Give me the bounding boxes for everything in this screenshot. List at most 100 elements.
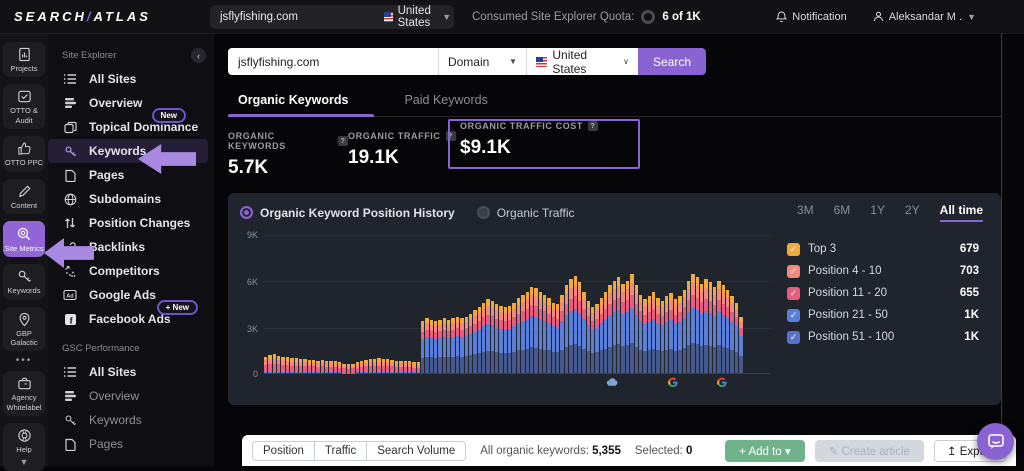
sidebar-item-overview[interactable]: Overview xyxy=(48,91,214,115)
sidebar-item-all-sites[interactable]: All Sites xyxy=(48,67,214,91)
legend-position-21-50[interactable]: ✓ Position 21 - 50 1K xyxy=(787,304,989,326)
domain-search-input[interactable] xyxy=(228,48,438,75)
sidebar-item-topical-dominance[interactable]: New Topical Dominance xyxy=(48,115,214,139)
tab-organic-keywords[interactable]: Organic Keywords xyxy=(238,93,348,116)
checkbox-checked-icon[interactable]: ✓ xyxy=(787,265,800,278)
legend-position-51-100[interactable]: ✓ Position 51 - 100 1K xyxy=(787,326,989,348)
rail-item-help[interactable]: Help ▼ xyxy=(3,423,45,470)
create-article-button[interactable]: ✎ Create article xyxy=(815,440,924,462)
rail-item-gbp-galactic[interactable]: GBP Galactic xyxy=(3,307,45,352)
chart-bar xyxy=(295,232,298,373)
chart-bar xyxy=(443,232,446,373)
toggle-traffic[interactable]: Traffic xyxy=(315,441,367,461)
top-country-select[interactable]: United States ▼ xyxy=(384,5,454,29)
sidebar-item-position-changes[interactable]: Position Changes xyxy=(48,211,214,235)
toggle-position[interactable]: Position xyxy=(252,441,315,461)
chevron-down-icon: ▼ xyxy=(20,457,29,467)
tab-paid-keywords[interactable]: Paid Keywords xyxy=(404,93,487,116)
sidebar-item-gsc-overview[interactable]: Overview xyxy=(48,384,214,408)
search-button[interactable]: Search xyxy=(638,48,706,75)
radio-position-history[interactable]: Organic Keyword Position History xyxy=(240,206,455,220)
sidebar-item-gsc-keywords[interactable]: Keywords xyxy=(48,408,214,432)
chart-bar xyxy=(717,232,720,373)
sidebar-item-pages[interactable]: Pages xyxy=(48,163,214,187)
chat-widget-button[interactable] xyxy=(977,423,1014,460)
checkbox-checked-icon[interactable]: ✓ xyxy=(787,287,800,300)
user-menu[interactable]: Aleksandar M . ▼ xyxy=(873,11,976,23)
sidebar-section-site-explorer: Site Explorer xyxy=(48,46,214,67)
chart-bar xyxy=(347,232,350,373)
checkbox-checked-icon[interactable]: ✓ xyxy=(787,331,800,344)
chart-bar xyxy=(460,232,463,373)
chart-bar xyxy=(604,232,607,373)
top-bar: SEARCH/ATLAS United States ▼ Consumed Si… xyxy=(0,0,1024,34)
toggle-search-volume[interactable]: Search Volume xyxy=(367,441,466,461)
checkbox-checked-icon[interactable]: ✓ xyxy=(787,243,800,256)
chart-bar xyxy=(264,232,267,373)
rail-item-projects[interactable]: Projects xyxy=(3,42,45,77)
info-icon[interactable]: ? xyxy=(588,121,598,131)
rail-item-otto-ppc[interactable]: OTTO PPC xyxy=(3,136,45,171)
overview-icon xyxy=(64,97,77,109)
chart-bar xyxy=(356,232,359,373)
chart-bar xyxy=(735,232,738,373)
chart-bar xyxy=(608,232,611,373)
range-1y[interactable]: 1Y xyxy=(870,203,885,222)
algorithm-update-markers xyxy=(264,374,771,392)
sidebar-collapse-button[interactable]: ‹ xyxy=(191,48,206,63)
rail-item-agency-whitelabel[interactable]: Agency Whitelabel xyxy=(3,371,45,416)
chart-bar xyxy=(491,232,494,373)
chart-bar xyxy=(438,232,441,373)
country-select[interactable]: United States ∨ xyxy=(526,48,638,75)
range-3m[interactable]: 3M xyxy=(797,203,814,222)
google-logo-icon xyxy=(716,377,727,388)
checkbox-checked-icon[interactable]: ✓ xyxy=(787,309,800,322)
quota-value: 6 of 1K xyxy=(662,11,700,23)
weather-update-marker[interactable] xyxy=(606,377,618,386)
pencil-icon xyxy=(17,184,32,199)
rail-item-content[interactable]: Content xyxy=(3,179,45,214)
sidebar-item-competitors[interactable]: Competitors xyxy=(48,259,214,283)
google-update-marker[interactable] xyxy=(667,377,678,388)
chart-bar xyxy=(478,232,481,373)
chart-bar xyxy=(696,232,699,373)
chart-bar xyxy=(591,232,594,373)
sidebar-item-gsc-all-sites[interactable]: All Sites xyxy=(48,360,214,384)
stat-organic-traffic: ORGANIC TRAFFIC? 19.1K xyxy=(348,121,458,169)
add-to-button[interactable]: + Add to ▾ xyxy=(725,440,805,462)
user-name: Aleksandar M . xyxy=(889,11,962,23)
chart-bar xyxy=(526,232,529,373)
range-all-time[interactable]: All time xyxy=(940,203,983,222)
sidebar-item-subdomains[interactable]: Subdomains xyxy=(48,187,214,211)
rail-item-otto-audit[interactable]: OTTO & Audit xyxy=(3,84,45,129)
legend-position-4-10[interactable]: ✓ Position 4 - 10 703 xyxy=(787,260,989,282)
chart-bar xyxy=(465,232,468,373)
thumbs-up-icon xyxy=(17,141,32,156)
svg-text:Ad: Ad xyxy=(66,293,73,299)
chart-bar xyxy=(290,232,293,373)
rail-item-keywords[interactable]: Keywords xyxy=(3,264,45,299)
chart-bar xyxy=(499,232,502,373)
top-search-input[interactable] xyxy=(210,11,384,23)
radio-organic-traffic[interactable]: Organic Traffic xyxy=(477,206,575,220)
chart-bar xyxy=(626,232,629,373)
info-icon[interactable]: ? xyxy=(338,136,348,146)
legend-position-11-20[interactable]: ✓ Position 11 - 20 655 xyxy=(787,282,989,304)
notification-button[interactable]: Notification xyxy=(776,11,846,23)
sidebar-item-facebook-ads[interactable]: + New f Facebook Ads xyxy=(48,307,214,331)
google-update-marker[interactable] xyxy=(716,377,727,388)
top-site-search[interactable]: United States ▼ xyxy=(210,5,454,29)
legend-top-3[interactable]: ✓ Top 3 679 xyxy=(787,238,989,260)
chart-bar xyxy=(508,232,511,373)
help-icon xyxy=(17,428,32,443)
range-6m[interactable]: 6M xyxy=(834,203,851,222)
chevron-down-icon: ∨ xyxy=(623,57,629,66)
range-2y[interactable]: 2Y xyxy=(905,203,920,222)
chart-bar xyxy=(342,232,345,373)
sidebar-item-gsc-pages[interactable]: Pages xyxy=(48,432,214,456)
competitors-icon xyxy=(64,265,77,278)
chart-bar xyxy=(430,232,433,373)
rail-item-site-metrics[interactable]: Site Metrics xyxy=(3,221,45,257)
briefcase-icon xyxy=(17,376,32,391)
search-type-select[interactable]: Domain▼ xyxy=(438,48,526,75)
